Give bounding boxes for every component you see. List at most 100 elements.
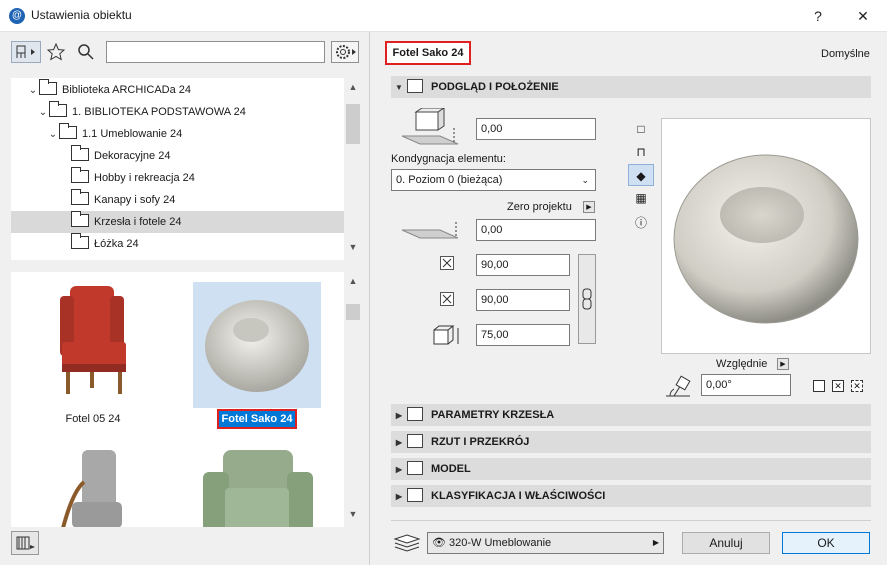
view-3d-button[interactable]: ◆ <box>628 164 654 186</box>
tree-item-selected[interactable]: Krzesła i fotele 24 <box>11 211 344 233</box>
zero-project-label[interactable]: Zero projektu <box>507 201 572 213</box>
section-view-icon: ⊓ <box>636 145 646 159</box>
window-title: Ustawienia obiektu <box>31 8 132 22</box>
proportion-lock-button[interactable] <box>578 254 596 344</box>
depth-field[interactable]: 90,00 <box>476 289 570 311</box>
footer-divider <box>391 520 871 521</box>
zero-elevation-icon <box>398 220 464 242</box>
zero-project-arrow-icon[interactable]: ▶ <box>583 201 595 213</box>
layer-select[interactable]: 👁 320-W Umeblowanie ▶ <box>427 532 664 554</box>
beanbag-3d-render <box>673 154 859 324</box>
chevron-right-icon: ▶ <box>652 538 659 547</box>
chain-link-icon <box>582 288 592 310</box>
thumbnail-fotel-sako[interactable] <box>193 282 321 408</box>
tree-item[interactable]: Hobby i rekreacja 24 <box>11 167 344 189</box>
search-input[interactable] <box>106 41 325 63</box>
scroll-thumb[interactable] <box>346 104 360 144</box>
chair-params-icon <box>407 407 423 421</box>
panel-classification[interactable]: ▶ KLASYFIKACJA I WŁAŚCIWOŚCI <box>391 485 871 507</box>
relative-arrow-icon[interactable]: ▶ <box>777 358 789 370</box>
library-preview-grid: Fotel 05 24 Fotel Sako 24 <box>11 272 344 527</box>
preview-scrollbar[interactable]: ▲ ▼ <box>345 272 361 527</box>
tree-scrollbar[interactable]: ▲ ▼ <box>345 78 361 260</box>
chevron-down-icon: ⌄ <box>581 175 589 185</box>
chair-folder-icon <box>16 45 35 58</box>
classification-icon <box>407 488 423 502</box>
info-button[interactable]: ⓘ <box>628 212 654 234</box>
favorites-star-icon[interactable] <box>46 42 68 62</box>
view-plan-button[interactable]: □ <box>628 118 654 140</box>
view-mode-button[interactable] <box>11 41 41 63</box>
thumbnail-green-armchair[interactable] <box>193 442 321 527</box>
tree-item[interactable]: Kanapy i sofy 24 <box>11 189 344 211</box>
layer-stack-icon <box>393 531 421 553</box>
rotation-angle-icon <box>662 374 694 400</box>
title-bar: @ Ustawienia obiektu ? ✕ <box>0 0 887 32</box>
gear-icon <box>336 45 356 59</box>
scroll-down-icon[interactable]: ▼ <box>345 242 361 252</box>
mirror-none-checkbox[interactable] <box>813 380 825 392</box>
elevation-field[interactable]: 0,00 <box>476 118 596 140</box>
relative-label[interactable]: Względnie <box>716 358 767 370</box>
help-button[interactable]: ? <box>795 0 841 32</box>
folder-icon <box>39 79 57 95</box>
plan-view-icon: □ <box>637 122 645 136</box>
zero-elevation-field[interactable]: 0,00 <box>476 219 596 241</box>
ok-button[interactable]: OK <box>782 532 870 554</box>
scroll-thumb[interactable] <box>346 304 360 320</box>
folder-icon <box>71 167 89 183</box>
scroll-up-icon[interactable]: ▲ <box>345 276 361 286</box>
panel-model[interactable]: ▶ MODEL <box>391 458 871 480</box>
mirror-x-checkbox[interactable]: ✕ <box>832 380 844 392</box>
collapsed-triangle-icon: ▶ <box>395 411 403 420</box>
scroll-up-icon[interactable]: ▲ <box>345 82 361 92</box>
story-select-value: 0. Poziom 0 (bieżąca) <box>396 174 503 186</box>
collapsed-triangle-icon: ▶ <box>395 438 403 447</box>
info-icon: ⓘ <box>634 216 647 230</box>
expanded-triangle-icon: ▼ <box>395 83 403 92</box>
rotation-angle-field[interactable]: 0,00° <box>701 374 791 396</box>
selected-thumbnail-label-box: Fotel Sako 24 <box>217 409 297 429</box>
panel-plan-section[interactable]: ▶ RZUT I PRZEKRÓJ <box>391 431 871 453</box>
chevron-down-icon: ⌄ <box>48 129 58 140</box>
close-button[interactable]: ✕ <box>840 0 886 32</box>
red-armchair-image <box>60 286 126 394</box>
panel-preview-position[interactable]: ▼ PODGLĄD I POŁOŻENIE <box>391 76 871 98</box>
folder-icon <box>71 189 89 205</box>
width-icon <box>440 256 454 270</box>
object-3d-preview[interactable] <box>661 118 871 354</box>
view-elevation-button[interactable]: ▦ <box>628 187 654 209</box>
chevron-down-icon: ⌄ <box>38 107 48 118</box>
search-icon[interactable] <box>76 42 98 62</box>
green-armchair-image <box>203 450 313 527</box>
folder-icon <box>59 123 77 139</box>
settings-button[interactable] <box>331 41 359 63</box>
tree-item[interactable]: Dekoracyjne 24 <box>11 145 344 167</box>
thumbnail-fotel-05[interactable] <box>32 282 160 408</box>
width-field[interactable]: 90,00 <box>476 254 570 276</box>
folder-icon <box>49 101 67 117</box>
thumbnail-label: Fotel 05 24 <box>65 413 121 425</box>
beanbag-chair-image <box>205 300 309 392</box>
folder-icon <box>71 233 89 249</box>
tree-item[interactable]: ⌄ 1. BIBLIOTEKA PODSTAWOWA 24 <box>11 101 344 123</box>
plan-section-icon <box>407 434 423 448</box>
view-section-button[interactable]: ⊓ <box>628 141 654 163</box>
preview-position-icon <box>407 79 423 93</box>
model-cube-icon <box>407 461 423 475</box>
height-field[interactable]: 75,00 <box>476 324 570 346</box>
cancel-button[interactable]: Anuluj <box>682 532 770 554</box>
chevron-down-icon: ⌄ <box>28 85 38 96</box>
thumbnail-grey-chair[interactable] <box>32 442 160 527</box>
library-manager-button[interactable] <box>11 531 39 555</box>
tree-item[interactable]: ⌄ Biblioteka ARCHICADa 24 <box>11 79 344 101</box>
tree-item[interactable]: ⌄ 1.1 Umeblowanie 24 <box>11 123 344 145</box>
panel-chair-params[interactable]: ▶ PARAMETRY KRZESŁA <box>391 404 871 426</box>
scroll-down-icon[interactable]: ▼ <box>345 509 361 519</box>
tree-item[interactable]: Łóżka 24 <box>11 233 344 255</box>
mirror-y-checkbox[interactable]: ✕ <box>851 380 863 392</box>
story-label: Kondygnacja elementu: <box>391 153 506 165</box>
story-select[interactable]: 0. Poziom 0 (bieżąca) ⌄ <box>391 169 596 191</box>
elevation-icon <box>398 107 464 148</box>
thumbnail-label: Fotel Sako 24 <box>221 413 293 425</box>
